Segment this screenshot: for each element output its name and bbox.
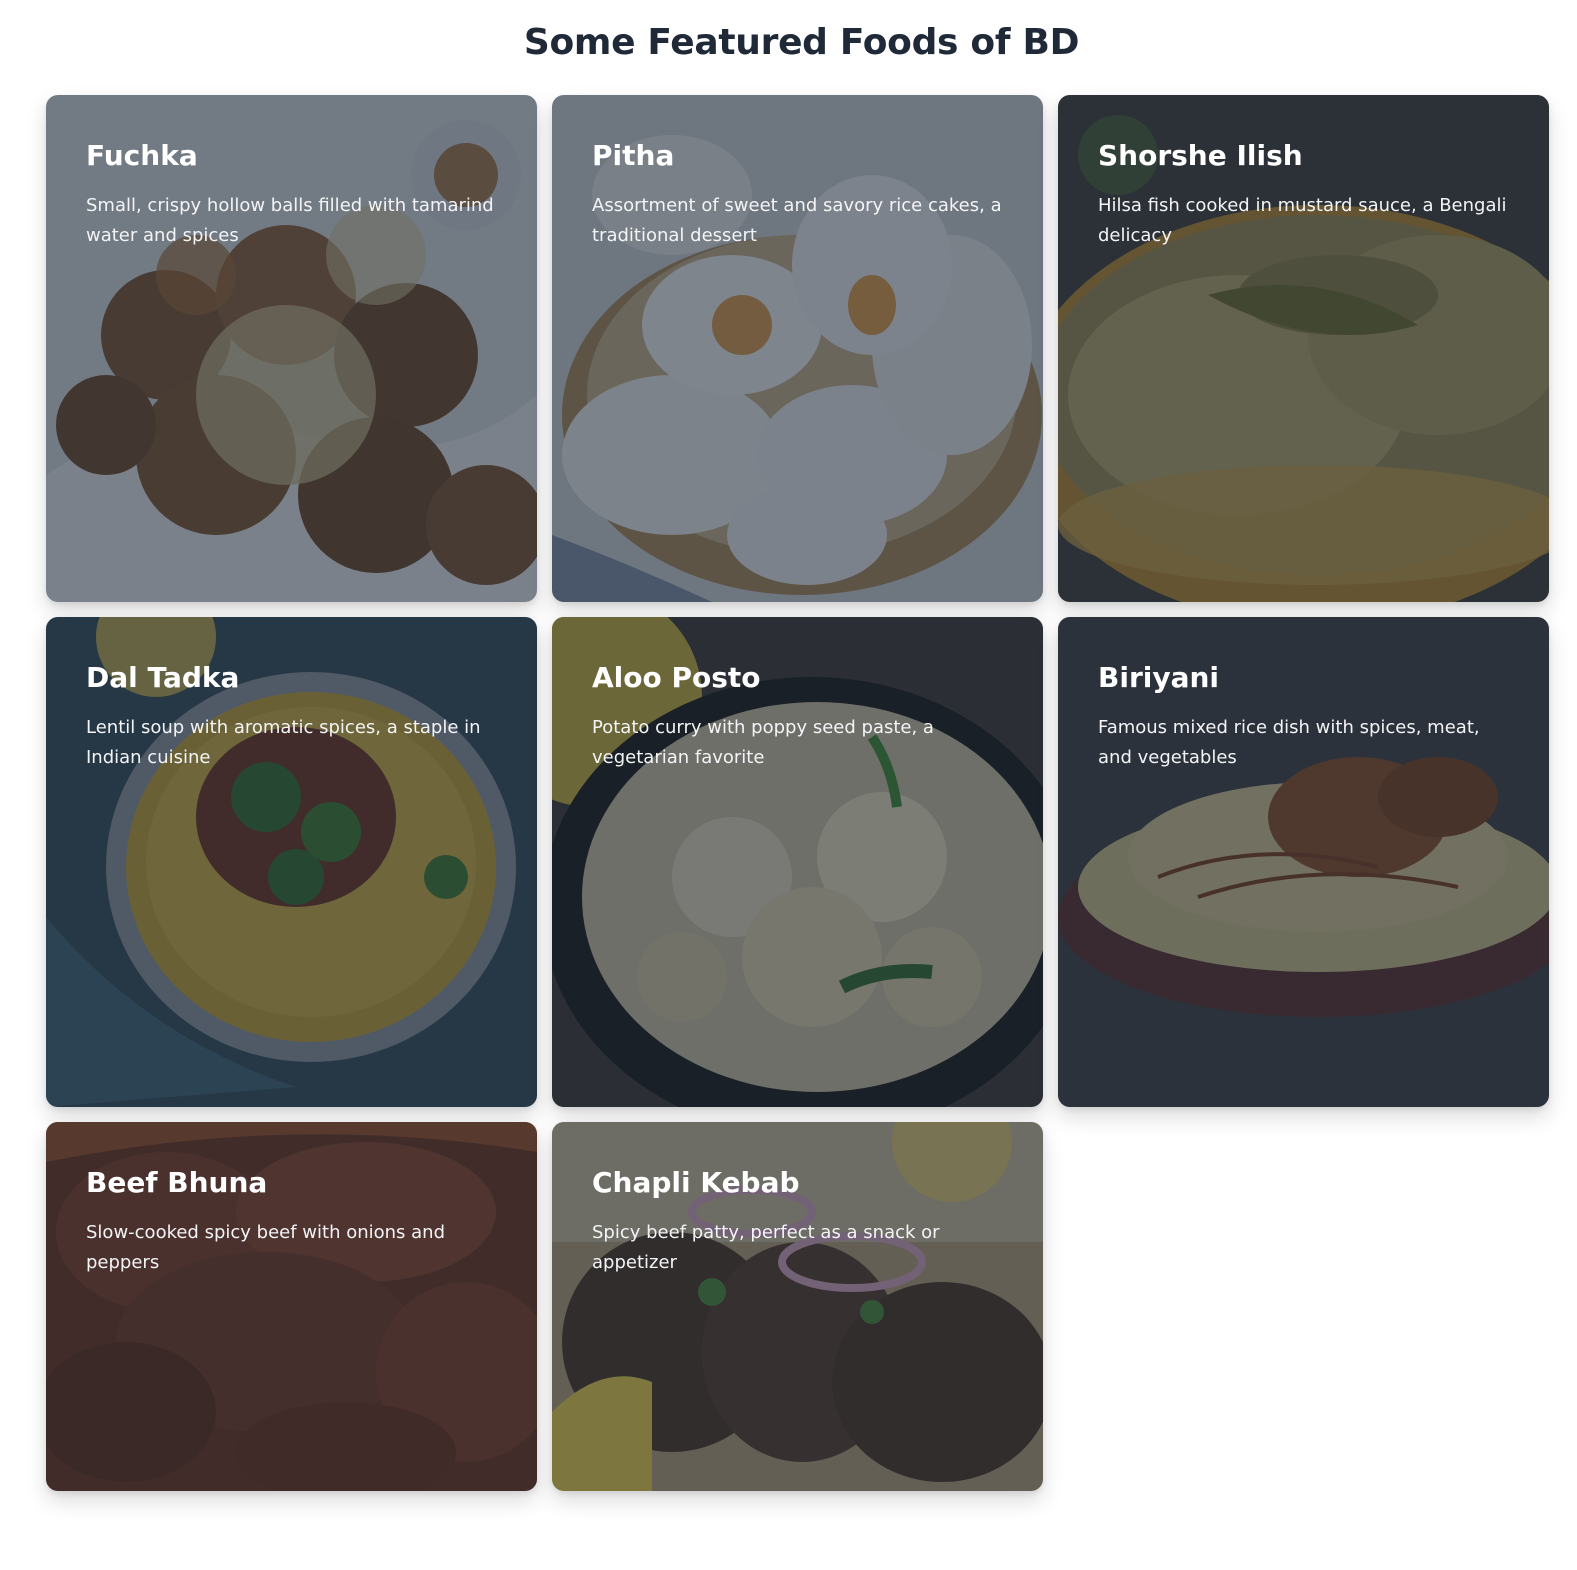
food-description: Lentil soup with aromatic spices, a stap… (86, 717, 481, 768)
page-title: Some Featured Foods of BD (523, 22, 1080, 63)
food-card-dal-tadka[interactable]: Dal Tadka Lentil soup with aromatic spic… (46, 617, 537, 1107)
food-card-chapli-kebab[interactable]: Chapli Kebab Spicy beef patty, perfect a… (552, 1122, 1043, 1491)
food-name: Pitha (592, 139, 675, 172)
food-card-pitha[interactable]: Pitha Assortment of sweet and savory ric… (552, 95, 1043, 602)
food-description: Small, crispy hollow balls filled with t… (86, 195, 494, 246)
food-name: Beef Bhuna (86, 1166, 268, 1199)
food-name: Biriyani (1098, 661, 1220, 694)
food-name: Shorshe Ilish (1098, 139, 1303, 172)
food-name: Fuchka (86, 139, 198, 172)
food-name: Chapli Kebab (592, 1166, 800, 1199)
food-description: Hilsa fish cooked in mustard sauce, a Be… (1098, 195, 1507, 246)
food-card-beef-bhuna[interactable]: Beef Bhuna Slow-cooked spicy beef with o… (46, 1122, 537, 1491)
food-card-shorshe-ilish[interactable]: Shorshe Ilish Hilsa fish cooked in musta… (1058, 95, 1549, 602)
food-card-aloo-posto[interactable]: Aloo Posto Potato curry with poppy seed … (552, 617, 1043, 1107)
food-description: Assortment of sweet and savory rice cake… (592, 195, 1002, 246)
food-name: Dal Tadka (86, 661, 240, 694)
food-name: Aloo Posto (592, 661, 761, 694)
food-card-fuchka[interactable]: Fuchka Small, crispy hollow balls filled… (46, 95, 537, 602)
food-description: Slow-cooked spicy beef with onions and p… (86, 1222, 446, 1273)
food-description: Spicy beef patty, perfect as a snack or … (592, 1222, 940, 1273)
food-description: Famous mixed rice dish with spices, meat… (1098, 717, 1480, 768)
food-description: Potato curry with poppy seed paste, a ve… (592, 717, 934, 768)
food-card-biriyani[interactable]: Biriyani Famous mixed rice dish with spi… (1058, 617, 1549, 1107)
